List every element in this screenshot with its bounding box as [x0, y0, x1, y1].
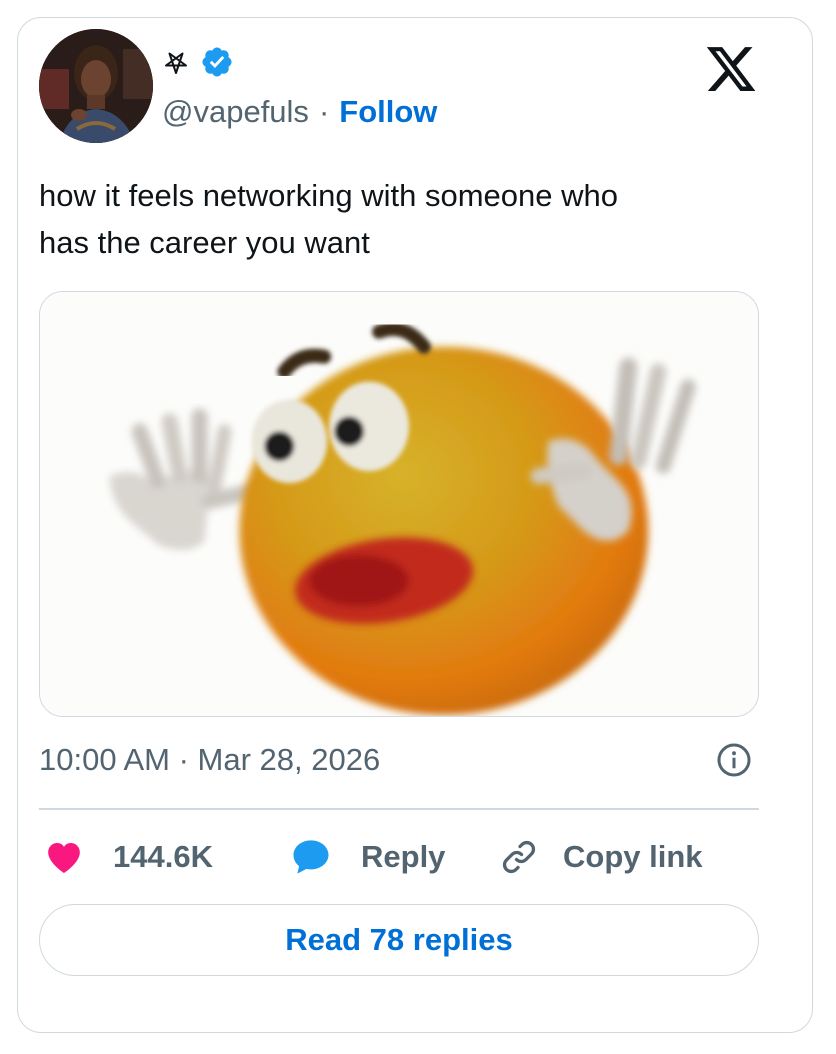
- x-logo-icon[interactable]: [704, 42, 758, 96]
- author-handle-row: @vapefuls · Follow: [162, 92, 437, 132]
- like-button[interactable]: 144.6K: [43, 832, 213, 882]
- divider: [39, 808, 759, 810]
- tweet-text-line-2: has the career you want: [39, 225, 370, 260]
- reply-button[interactable]: Reply: [289, 832, 445, 882]
- copy-link-label: Copy link: [563, 839, 703, 874]
- heart-icon: [43, 837, 85, 877]
- tweet-actions: 144.6K Reply Copy link: [39, 832, 759, 882]
- tweet-text-line-1: how it feels networking with someone who: [39, 178, 618, 213]
- author-name-row: [162, 44, 234, 80]
- info-icon[interactable]: [716, 742, 752, 778]
- speech-bubble-icon: [289, 836, 333, 878]
- tweet-media-image[interactable]: [39, 291, 759, 717]
- tweet-text: how it feels networking with someone who…: [39, 172, 759, 266]
- separator-dot: ·: [318, 94, 330, 129]
- verified-badge-icon: [200, 45, 234, 79]
- copy-link-button[interactable]: Copy link: [499, 832, 703, 882]
- avatar-photo: [39, 29, 153, 143]
- author-handle[interactable]: @vapefuls: [162, 92, 309, 132]
- follow-button[interactable]: Follow: [339, 92, 437, 132]
- read-replies-button[interactable]: Read 78 replies: [39, 904, 759, 976]
- reply-label: Reply: [361, 839, 446, 874]
- tweet-timestamp[interactable]: 10:00 AM · Mar 28, 2026: [39, 740, 380, 780]
- like-count: 144.6K: [113, 839, 213, 874]
- pentagram-icon: [162, 48, 190, 76]
- link-icon: [499, 837, 539, 877]
- avatar[interactable]: [39, 29, 153, 143]
